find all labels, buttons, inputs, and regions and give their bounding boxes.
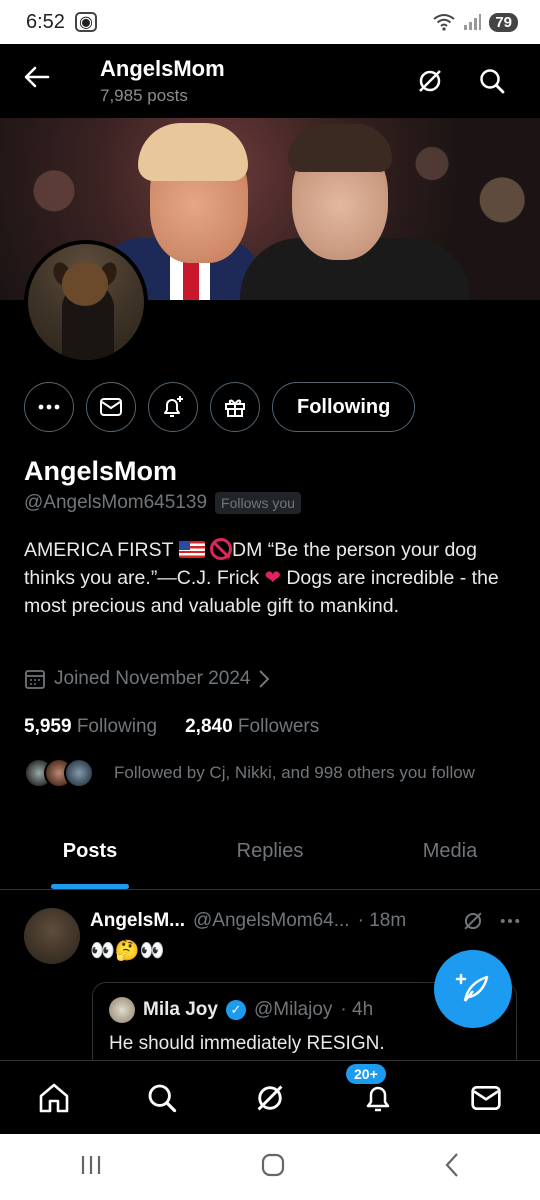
bell-plus-icon [164, 396, 183, 417]
followers-stat[interactable]: 2,840 Followers [185, 716, 319, 738]
tab-media[interactable]: Media [360, 828, 540, 889]
profile-tabs: Posts Replies Media [0, 828, 540, 890]
search-icon [480, 69, 505, 94]
following-stat[interactable]: 5,959 Following [24, 716, 157, 738]
following-button[interactable]: Following [272, 382, 416, 432]
following-count: 5,959 [24, 716, 72, 737]
wifi-icon [433, 14, 455, 31]
search-button[interactable] [478, 67, 506, 95]
profile-name: AngelsMom [24, 456, 178, 486]
nav-messages[interactable] [466, 1078, 506, 1118]
following-label: Following [76, 716, 158, 737]
quote-text: He should immediately RESIGN. [109, 1033, 385, 1054]
avatar-dog-head [62, 262, 108, 306]
search-icon [148, 1084, 177, 1112]
follow-stats: 5,959 Following 2,840 Followers [24, 716, 319, 738]
post-author-handle: @AngelsMom64... [193, 910, 350, 931]
notifications-badge: 20+ [346, 1063, 386, 1084]
post-count: 7,985 posts [100, 86, 188, 105]
post-header: AngelsM... @AngelsMom64... · 18m [90, 910, 520, 932]
banner-hair-left [138, 123, 248, 181]
more-button[interactable] [24, 382, 74, 432]
mail-icon [100, 398, 122, 416]
avatar [64, 758, 94, 788]
bell-icon [366, 1086, 390, 1111]
status-bar: 6:52 ◉ 79 [0, 0, 540, 44]
gift-button[interactable] [210, 382, 260, 432]
grok-button[interactable] [416, 67, 444, 95]
profile-header: AngelsMom 7,985 posts [0, 44, 540, 118]
screenshot-icon: ◉ [74, 12, 97, 32]
header-titles: AngelsMom 7,985 posts [100, 56, 225, 106]
quote-time: · 4h [340, 999, 374, 1020]
prohibited-icon [210, 538, 233, 560]
profile-bio: AMERICA FIRST DM “Be the person your dog… [24, 536, 520, 620]
system-navigation-bar [0, 1134, 540, 1200]
compose-feather-icon [455, 973, 489, 1002]
heart-icon: ❤ [264, 567, 281, 589]
avatar [109, 997, 135, 1023]
profile-avatar[interactable] [24, 240, 148, 364]
status-right: 79 [433, 12, 518, 32]
followed-by-text: Followed by Cj, Nikki, and 998 others yo… [114, 763, 475, 782]
bio-text: AMERICA FIRST [24, 539, 179, 561]
back-button[interactable] [0, 64, 74, 98]
post-text: 👀🤔👀 [90, 940, 165, 962]
verified-badge-icon: ✓ [225, 1000, 246, 1020]
post-time: · 18m [357, 910, 407, 931]
compose-button[interactable] [434, 950, 512, 1028]
nav-grok[interactable] [250, 1078, 290, 1118]
battery-indicator: 79 [489, 12, 518, 32]
grok-icon [419, 70, 441, 92]
mutual-avatars [24, 758, 94, 788]
us-flag-icon [178, 541, 205, 558]
header-actions [416, 67, 540, 95]
home-icon [39, 1083, 69, 1112]
post-avatar[interactable] [24, 908, 80, 964]
joined-date[interactable]: Joined November 2024 [24, 668, 270, 690]
status-time: 6:52 [26, 10, 65, 33]
bottom-navigation: 20+ [0, 1060, 540, 1134]
nav-notifications[interactable]: 20+ [346, 1063, 398, 1118]
arrow-left-icon [24, 66, 50, 88]
home-circle-icon [261, 1153, 285, 1176]
follows-you-badge: Follows you [215, 492, 301, 514]
recents-icon [81, 1155, 100, 1174]
home-system-button[interactable] [260, 1152, 286, 1183]
handle-row: @AngelsMom645139 Follows you [24, 492, 301, 514]
grok-icon[interactable] [462, 910, 484, 932]
nav-home[interactable] [34, 1078, 74, 1118]
more-dots-icon[interactable] [500, 918, 520, 924]
signal-icon [464, 14, 482, 30]
quote-header: Mila Joy ✓ @Milajoy · 4h [109, 997, 373, 1023]
post-author-name[interactable]: AngelsM... [90, 910, 185, 932]
chevron-right-icon [259, 670, 270, 688]
header-title: AngelsMom [100, 56, 225, 81]
tab-posts[interactable]: Posts [0, 828, 180, 889]
quote-author-name: Mila Joy [143, 999, 218, 1020]
profile-actions: Following [24, 382, 416, 432]
profile-handle: @AngelsMom645139 [24, 492, 208, 513]
back-system-button[interactable] [443, 1152, 461, 1183]
joined-text: Joined November 2024 [54, 668, 251, 689]
notify-button[interactable] [148, 382, 198, 432]
followed-by-row[interactable]: Followed by Cj, Nikki, and 998 others yo… [24, 758, 475, 788]
tab-replies[interactable]: Replies [180, 828, 360, 889]
message-button[interactable] [86, 382, 136, 432]
more-dots-icon [38, 404, 60, 410]
post-header-icons [462, 910, 520, 932]
gift-icon [225, 399, 245, 417]
calendar-icon [25, 670, 45, 689]
followers-label: Followers [237, 716, 320, 737]
grok-icon [257, 1085, 283, 1110]
followers-count: 2,840 [185, 716, 233, 737]
recents-button[interactable] [79, 1154, 103, 1181]
banner-hair-right [288, 124, 392, 172]
nav-search[interactable] [142, 1078, 182, 1118]
chevron-left-icon [445, 1152, 459, 1177]
quote-author-handle: @Milajoy [253, 999, 333, 1020]
mail-icon [471, 1085, 501, 1110]
